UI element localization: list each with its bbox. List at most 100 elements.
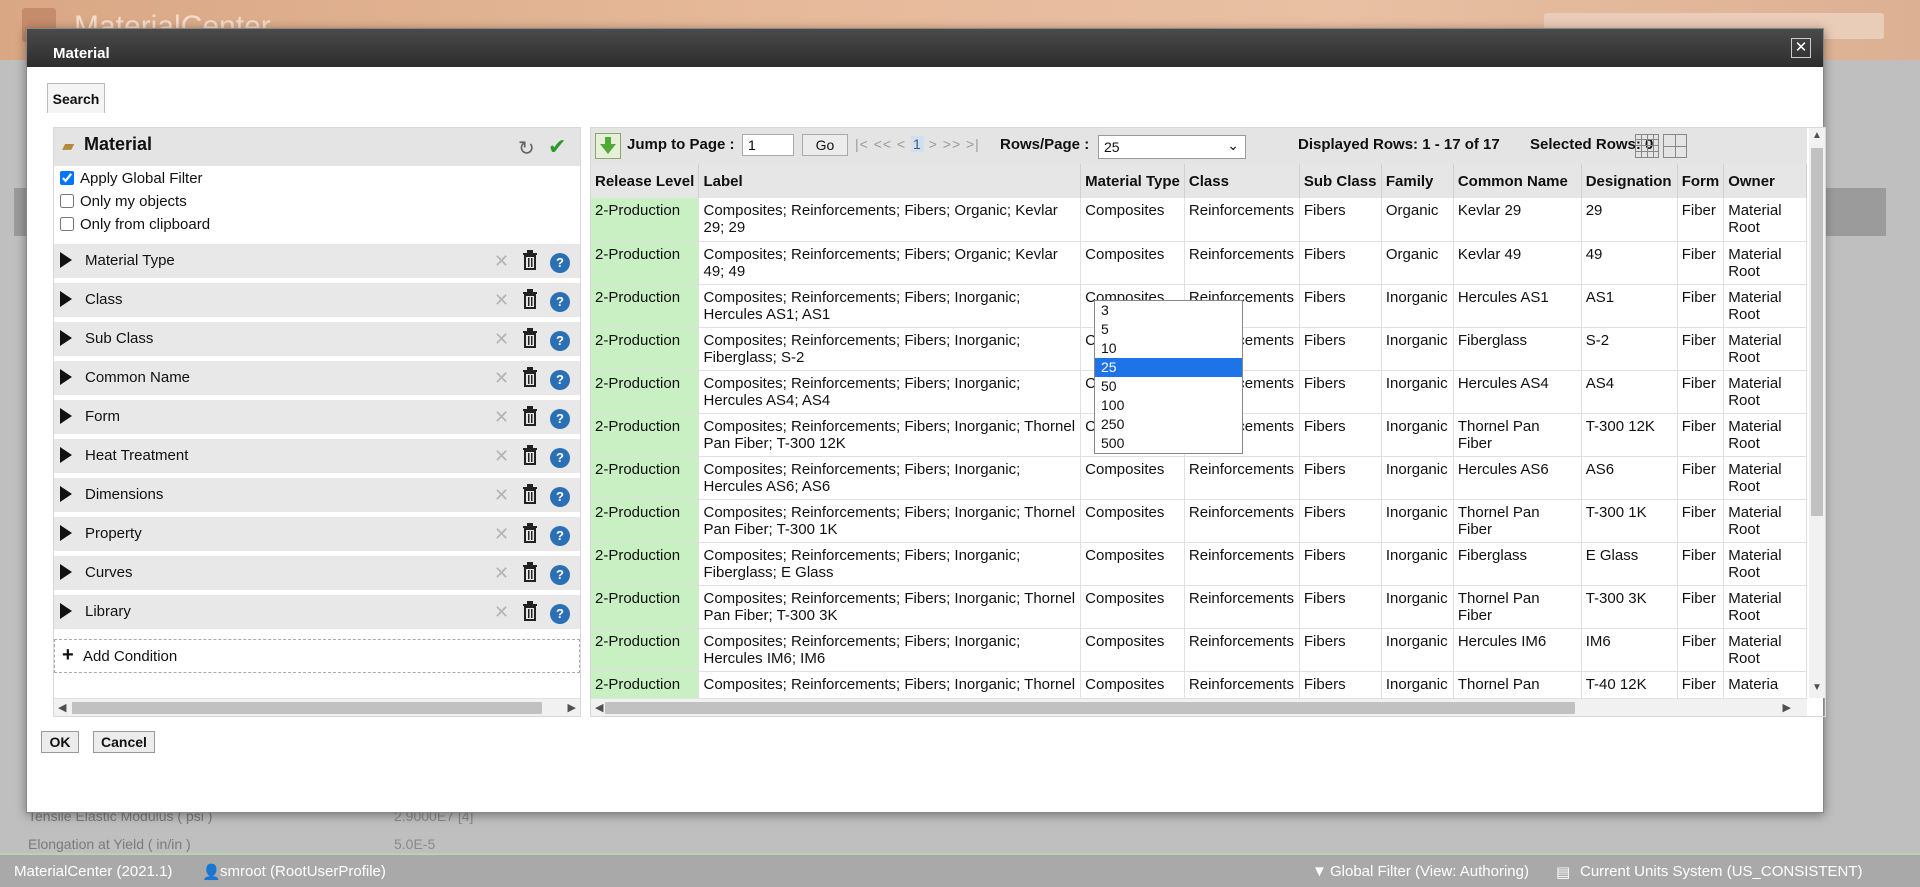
dropdown-option[interactable]: 5 <box>1095 320 1242 339</box>
table-row[interactable]: 2-Production Composites; Reinforcements; … <box>591 499 1807 543</box>
dropdown-option[interactable]: 3 <box>1095 301 1242 320</box>
scrollbar-thumb[interactable] <box>72 702 542 714</box>
column-header[interactable]: Designation <box>1581 164 1678 198</box>
help-icon[interactable]: ? <box>550 253 570 273</box>
rows-per-page-dropdown[interactable]: 3 5 10 25 50 100 250 500 <box>1094 300 1243 454</box>
tile-view-icon[interactable] <box>1663 134 1687 158</box>
expand-arrow-icon[interactable] <box>60 291 72 307</box>
only-my-objects-row[interactable]: Only my objects <box>60 193 187 210</box>
add-condition-button[interactable]: + Add Condition <box>54 639 580 673</box>
horizontal-scrollbar[interactable]: ◀ ▶ <box>54 698 580 716</box>
clear-icon[interactable]: ✕ <box>494 563 509 584</box>
clear-icon[interactable]: ✕ <box>494 329 509 350</box>
table-row[interactable]: 2-Production Composites; Reinforcements; … <box>591 456 1807 500</box>
table-row[interactable]: 2-Production Composites; Reinforcements; … <box>591 628 1807 672</box>
apply-global-filter-checkbox[interactable] <box>60 171 74 185</box>
clear-icon[interactable]: ✕ <box>494 407 509 428</box>
trash-icon[interactable] <box>522 484 538 508</box>
expand-arrow-icon[interactable] <box>60 369 72 385</box>
expand-arrow-icon[interactable] <box>60 408 72 424</box>
scrollbar-thumb[interactable] <box>1811 148 1823 516</box>
trash-icon[interactable] <box>522 250 538 274</box>
help-icon[interactable]: ? <box>550 331 570 351</box>
dropdown-option[interactable]: 100 <box>1095 396 1242 415</box>
apply-check-icon[interactable]: ✔ <box>548 134 566 160</box>
rows-per-page-select[interactable]: 25 ⌄ <box>1098 135 1246 159</box>
dropdown-option[interactable]: 500 <box>1095 434 1242 453</box>
reset-icon[interactable]: ↻ <box>518 136 535 161</box>
dropdown-option[interactable]: 250 <box>1095 415 1242 434</box>
pager-next[interactable]: > >> >| <box>929 136 980 152</box>
only-my-objects-checkbox[interactable] <box>60 194 74 208</box>
trash-icon[interactable] <box>522 328 538 352</box>
condition-row[interactable]: Dimensions ✕? <box>54 478 580 514</box>
clear-icon[interactable]: ✕ <box>494 368 509 389</box>
global-filter-label[interactable]: Global Filter (View: Authoring) <box>1330 863 1529 880</box>
ok-button[interactable]: OK <box>41 731 79 753</box>
pager[interactable]: |< << < 1 > >> >| <box>855 136 980 152</box>
condition-row[interactable]: Form ✕? <box>54 400 580 436</box>
clear-icon[interactable]: ✕ <box>494 446 509 467</box>
help-icon[interactable]: ? <box>550 526 570 546</box>
column-header[interactable]: Family <box>1381 164 1454 198</box>
scroll-right-icon[interactable]: ▶ <box>568 699 576 717</box>
condition-row[interactable]: Library ✕? <box>54 595 580 631</box>
dropdown-option[interactable]: 25 <box>1095 358 1242 377</box>
clear-icon[interactable]: ✕ <box>494 251 509 272</box>
dropdown-option[interactable]: 50 <box>1095 377 1242 396</box>
condition-row[interactable]: Material Type ✕? <box>54 244 580 280</box>
only-from-clipboard-row[interactable]: Only from clipboard <box>60 216 210 233</box>
expand-arrow-icon[interactable] <box>60 447 72 463</box>
clear-icon[interactable]: ✕ <box>494 290 509 311</box>
expand-arrow-icon[interactable] <box>60 486 72 502</box>
scroll-left-icon[interactable]: ◀ <box>58 699 66 717</box>
trash-icon[interactable] <box>522 367 538 391</box>
apply-global-filter-row[interactable]: Apply Global Filter <box>60 170 203 187</box>
trash-icon[interactable] <box>522 562 538 586</box>
expand-arrow-icon[interactable] <box>60 603 72 619</box>
trash-icon[interactable] <box>522 601 538 625</box>
table-row[interactable]: 2-Production Composites; Reinforcements; … <box>591 585 1807 629</box>
table-row[interactable]: 2-Production Composites; Reinforcements; … <box>591 241 1807 285</box>
horizontal-scrollbar[interactable]: ◀ ▶ <box>591 698 1807 716</box>
column-header[interactable]: Release Level <box>591 164 700 198</box>
column-header[interactable]: Sub Class <box>1299 164 1382 198</box>
scroll-down-icon[interactable]: ▼ <box>1812 682 1822 693</box>
help-icon[interactable]: ? <box>550 292 570 312</box>
help-icon[interactable]: ? <box>550 487 570 507</box>
column-header[interactable]: Common Name <box>1453 164 1582 198</box>
condition-row[interactable]: Property ✕? <box>54 517 580 553</box>
trash-icon[interactable] <box>522 445 538 469</box>
pager-prev[interactable]: |< << < <box>855 136 906 152</box>
help-icon[interactable]: ? <box>550 448 570 468</box>
help-icon[interactable]: ? <box>550 565 570 585</box>
condition-row[interactable]: Curves ✕? <box>54 556 580 592</box>
table-row[interactable]: 2-Production Composites; Reinforcements; … <box>591 198 1807 242</box>
column-header[interactable]: Material Type <box>1080 164 1185 198</box>
export-button[interactable] <box>595 133 621 159</box>
expand-arrow-icon[interactable] <box>60 564 72 580</box>
expand-arrow-icon[interactable] <box>60 525 72 541</box>
column-header[interactable]: Class <box>1184 164 1300 198</box>
column-header[interactable]: Owner <box>1723 164 1807 198</box>
table-view-icon[interactable] <box>1635 134 1659 158</box>
vertical-scrollbar[interactable]: ▲ ▼ <box>1809 128 1825 698</box>
jump-to-page-input[interactable] <box>742 134 794 156</box>
dropdown-option[interactable]: 10 <box>1095 339 1242 358</box>
condition-row[interactable]: Common Name ✕? <box>54 361 580 397</box>
trash-icon[interactable] <box>522 523 538 547</box>
help-icon[interactable]: ? <box>550 604 570 624</box>
clear-icon[interactable]: ✕ <box>494 602 509 623</box>
cancel-button[interactable]: Cancel <box>93 731 155 753</box>
expand-arrow-icon[interactable] <box>60 330 72 346</box>
help-icon[interactable]: ? <box>550 370 570 390</box>
scrollbar-thumb[interactable] <box>605 702 1575 714</box>
column-header[interactable]: Label <box>698 164 1082 198</box>
user-label[interactable]: smroot (RootUserProfile) <box>220 863 386 880</box>
condition-row[interactable]: Heat Treatment ✕? <box>54 439 580 475</box>
expand-arrow-icon[interactable] <box>60 252 72 268</box>
scroll-up-icon[interactable]: ▲ <box>1812 130 1822 141</box>
help-icon[interactable]: ? <box>550 409 570 429</box>
only-from-clipboard-checkbox[interactable] <box>60 217 74 231</box>
table-row[interactable]: 2-Production Composites; Reinforcements; … <box>591 542 1807 586</box>
